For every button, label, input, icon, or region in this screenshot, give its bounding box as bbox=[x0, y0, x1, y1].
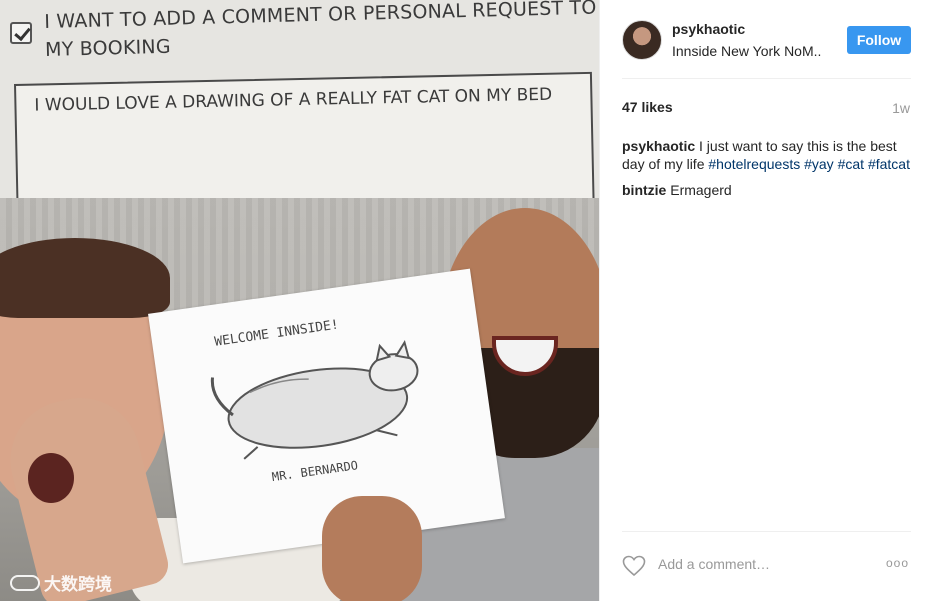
checkbox-checked-icon bbox=[10, 22, 32, 44]
likes-count[interactable]: 47 likes bbox=[622, 99, 673, 115]
request-textbox: I WOULD LOVE A DRAWING OF A REALLY FAT C… bbox=[14, 71, 595, 214]
hashtag-link[interactable]: #cat bbox=[838, 156, 864, 172]
hashtag-link[interactable]: #fatcat bbox=[868, 156, 910, 172]
booking-form-screenshot: I WANT TO ADD A COMMENT OR PERSONAL REQU… bbox=[0, 0, 599, 214]
right-person-hand bbox=[322, 496, 422, 601]
post-details-panel: psykhaotic Innside New York NoM.. Follow… bbox=[599, 0, 932, 601]
watermark-logo-icon bbox=[10, 574, 40, 591]
hashtag-link[interactable]: #hotelrequests bbox=[708, 156, 800, 172]
watermark: 大数跨境 bbox=[10, 570, 112, 595]
add-comment-input[interactable]: Add a comment… bbox=[658, 556, 770, 572]
avatar[interactable] bbox=[622, 20, 662, 60]
left-person-mouth bbox=[28, 453, 74, 503]
more-options-icon[interactable]: ooo bbox=[886, 556, 909, 570]
request-text: I WOULD LOVE A DRAWING OF A REALLY FAT C… bbox=[34, 84, 553, 116]
post-header: psykhaotic Innside New York NoM.. Follow bbox=[600, 0, 932, 78]
comment-username[interactable]: bintzie bbox=[622, 182, 666, 198]
divider bbox=[622, 531, 911, 532]
follow-button[interactable]: Follow bbox=[847, 26, 911, 54]
post-photo[interactable]: I WANT TO ADD A COMMENT OR PERSONAL REQU… bbox=[0, 0, 599, 601]
list-item: bintzie Ermagerd bbox=[622, 181, 912, 199]
watermark-text: 大数跨境 bbox=[44, 575, 112, 595]
drawing-signature: MR. BERNARDO bbox=[271, 458, 359, 485]
heart-icon[interactable] bbox=[622, 555, 646, 577]
comment-list: psykhaotic I just want to say this is th… bbox=[622, 137, 912, 207]
request-label: I WANT TO ADD A COMMENT OR PERSONAL REQU… bbox=[44, 0, 597, 61]
post-location[interactable]: Innside New York NoM.. bbox=[672, 43, 838, 59]
selfie-image: WELCOME INNSIDE! MR. BERNARDO bbox=[0, 198, 599, 601]
post-username[interactable]: psykhaotic bbox=[672, 21, 745, 37]
comment-text: Ermagerd bbox=[670, 182, 732, 198]
hashtag-link[interactable]: #yay bbox=[804, 156, 834, 172]
divider bbox=[622, 78, 911, 79]
post-age[interactable]: 1w bbox=[892, 100, 910, 116]
list-item: psykhaotic I just want to say this is th… bbox=[622, 137, 912, 173]
comment-username[interactable]: psykhaotic bbox=[622, 138, 695, 154]
left-person-hair bbox=[0, 238, 170, 318]
